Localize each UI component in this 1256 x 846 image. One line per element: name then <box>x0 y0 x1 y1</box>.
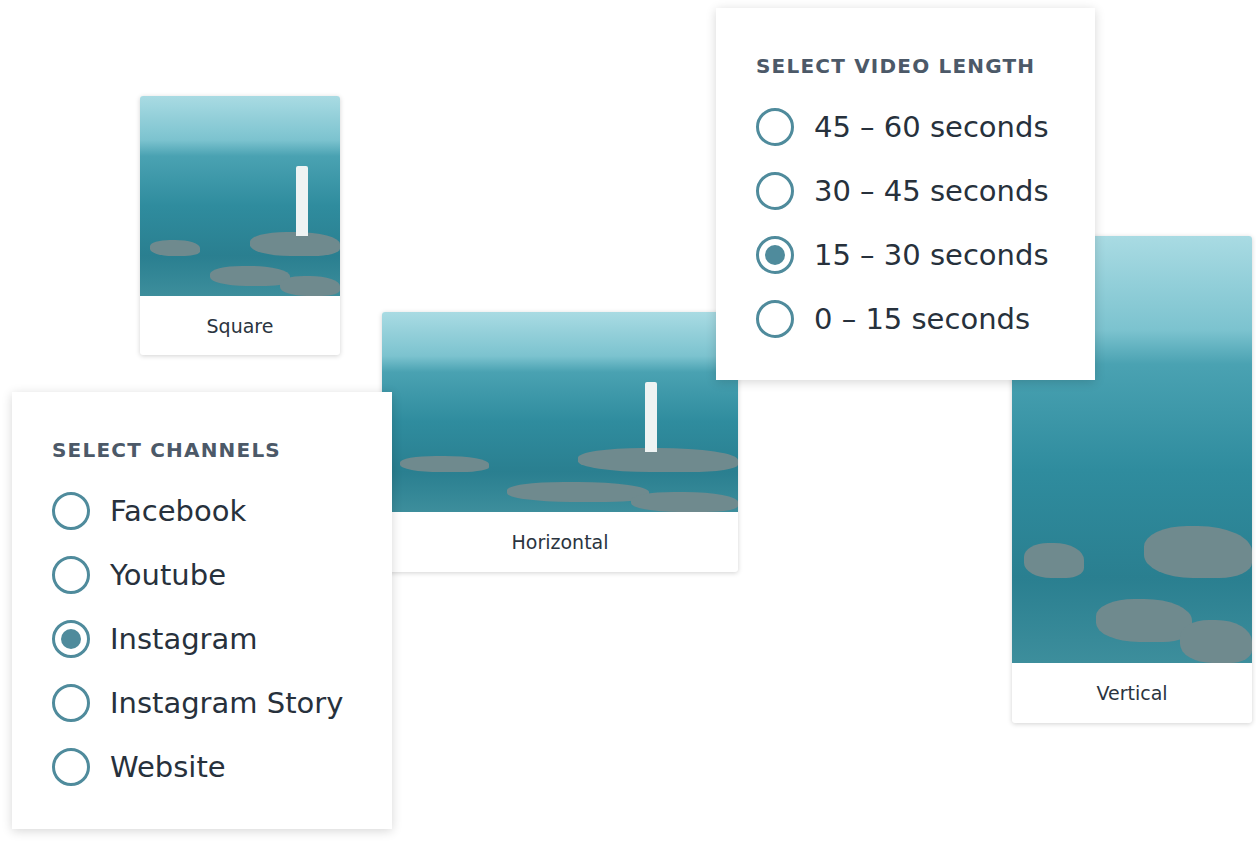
radio-button[interactable] <box>756 300 794 338</box>
rock-shape <box>1144 526 1252 577</box>
format-label: Horizontal <box>382 512 738 572</box>
rock-shape <box>631 492 738 512</box>
panel-title: SELECT CHANNELS <box>52 438 372 462</box>
option-label: Facebook <box>110 494 246 528</box>
rock-shape <box>210 266 290 286</box>
rock-shape <box>280 276 340 296</box>
rock-shape <box>1180 620 1252 663</box>
radio-button[interactable] <box>52 492 90 530</box>
radio-dot <box>765 245 785 265</box>
option-label: 0 – 15 seconds <box>814 302 1030 336</box>
option-label: Instagram <box>110 622 258 656</box>
rock-shape <box>1024 543 1084 577</box>
video-length-panel: SELECT VIDEO LENGTH 45 – 60 seconds 30 – 4… <box>716 8 1095 380</box>
lighthouse-shape <box>645 382 657 452</box>
rock-shape <box>507 482 649 502</box>
radio-button[interactable] <box>756 108 794 146</box>
lighthouse-shape <box>296 166 308 236</box>
radio-option[interactable]: 15 – 30 seconds <box>756 223 1075 287</box>
option-label: Website <box>110 750 226 784</box>
channels-panel: SELECT CHANNELS Facebook Youtube Instagram I… <box>12 392 392 829</box>
radio-option[interactable]: 45 – 60 seconds <box>756 95 1075 159</box>
option-label: 15 – 30 seconds <box>814 238 1049 272</box>
radio-option[interactable]: Instagram Story <box>52 671 372 735</box>
preview-image <box>382 312 738 512</box>
radio-button[interactable] <box>52 620 90 658</box>
rock-shape <box>578 448 738 472</box>
option-label: 30 – 45 seconds <box>814 174 1049 208</box>
preview-image <box>140 96 340 296</box>
radio-button[interactable] <box>52 684 90 722</box>
format-label: Square <box>140 296 340 355</box>
radio-option[interactable]: Website <box>52 735 372 799</box>
radio-button[interactable] <box>756 236 794 274</box>
format-card[interactable]: Horizontal <box>382 312 738 572</box>
radio-button[interactable] <box>52 556 90 594</box>
radio-button[interactable] <box>52 748 90 786</box>
rock-shape <box>1096 599 1192 642</box>
radio-dot <box>61 629 81 649</box>
format-card[interactable]: Square <box>140 96 340 355</box>
radio-option[interactable]: Youtube <box>52 543 372 607</box>
radio-option[interactable]: 30 – 45 seconds <box>756 159 1075 223</box>
option-label: Youtube <box>110 558 226 592</box>
rock-shape <box>150 240 200 256</box>
rock-shape <box>250 232 340 256</box>
radio-button[interactable] <box>756 172 794 210</box>
radio-option[interactable]: 0 – 15 seconds <box>756 287 1075 351</box>
panel-title: SELECT VIDEO LENGTH <box>756 54 1075 78</box>
rock-shape <box>400 456 489 472</box>
format-label: Vertical <box>1012 663 1252 723</box>
radio-option[interactable]: Instagram <box>52 607 372 671</box>
radio-option[interactable]: Facebook <box>52 479 372 543</box>
option-label: Instagram Story <box>110 686 343 720</box>
option-label: 45 – 60 seconds <box>814 110 1049 144</box>
